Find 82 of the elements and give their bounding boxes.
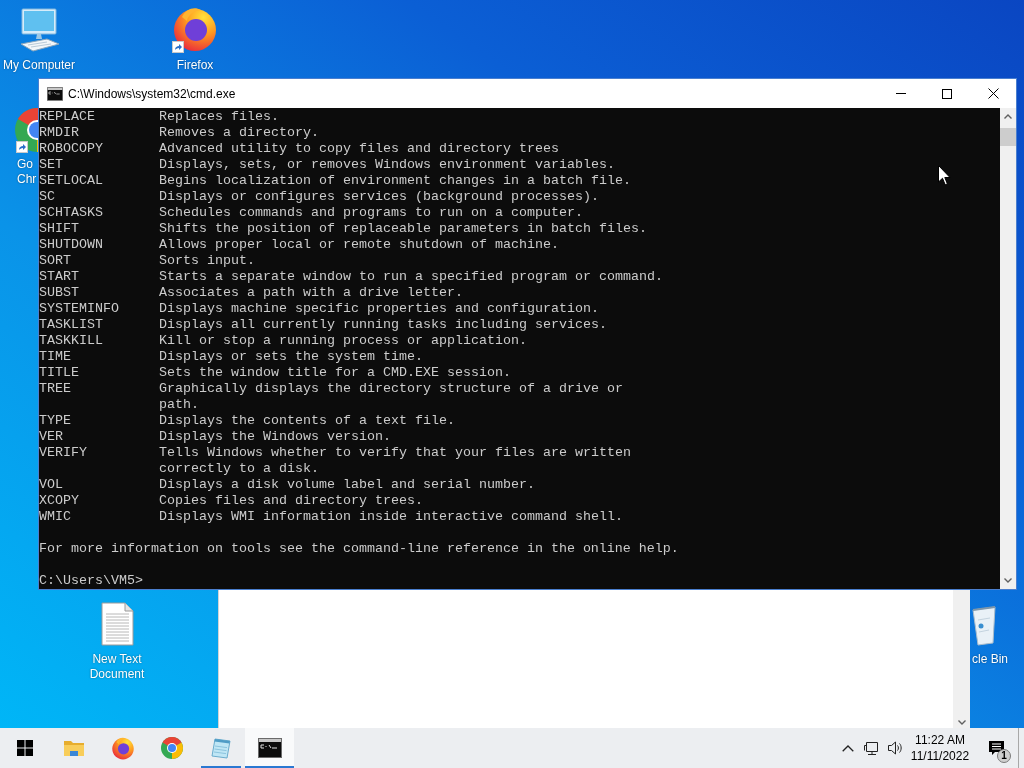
chevron-down-icon bbox=[957, 719, 966, 725]
command-name: VOL bbox=[39, 477, 63, 493]
notepad-icon bbox=[208, 736, 233, 760]
taskbar-app-button[interactable] bbox=[245, 728, 294, 768]
command-description: Displays all currently running tasks including services. bbox=[159, 317, 607, 333]
command-description: Displays machine specific properties and configuration. bbox=[159, 301, 599, 317]
command-description: Replaces files. bbox=[159, 109, 279, 125]
command-prompt[interactable]: C:\Users\VM5> bbox=[39, 573, 143, 589]
firefox-icon[interactable] bbox=[172, 5, 218, 52]
command-description: Displays or configures services (background processes). bbox=[159, 189, 599, 205]
command-name: WMIC bbox=[39, 509, 71, 525]
command-name: TITLE bbox=[39, 365, 79, 381]
command-description: Allows proper local or remote shutdown of machine. bbox=[159, 237, 559, 253]
help-footer-text: For more information on tools see the command-line reference in the online help. bbox=[39, 541, 679, 557]
console-icon bbox=[257, 738, 282, 758]
command-name: REPLACE bbox=[39, 109, 95, 125]
clock-date: 11/11/2022 bbox=[910, 748, 970, 764]
network-icon bbox=[864, 740, 880, 756]
maximize-icon bbox=[942, 88, 952, 99]
command-name: VER bbox=[39, 429, 63, 445]
command-description: Displays the Windows version. bbox=[159, 429, 391, 445]
command-name: TIME bbox=[39, 349, 71, 365]
command-name: TASKKILL bbox=[39, 333, 103, 349]
chevron-up-icon bbox=[842, 744, 854, 752]
command-description: Schedules commands and programs to run on a computer. bbox=[159, 205, 583, 221]
scrollbar-thumb[interactable] bbox=[1000, 128, 1016, 146]
command-name: VERIFY bbox=[39, 445, 87, 462]
command-description: Displays, sets, or removes Windows environment variables. bbox=[159, 157, 615, 173]
command-name: SHIFT bbox=[39, 221, 79, 237]
desktop-icon-label[interactable]: New Text Document bbox=[89, 652, 145, 682]
command-name: XCOPY bbox=[39, 493, 79, 509]
command-description: Associates a path with a drive letter. bbox=[159, 285, 463, 301]
command-name: SET bbox=[39, 157, 63, 173]
notifications-button[interactable]: 1 bbox=[974, 728, 1018, 768]
command-description: Shifts the position of replaceable parameters in batch files. bbox=[159, 221, 647, 237]
command-description: Displays or sets the system time. bbox=[159, 349, 423, 365]
desktop-icon-label[interactable]: My Computer bbox=[3, 58, 75, 73]
command-name: SYSTEMINFO bbox=[39, 301, 119, 317]
command-description: Tells Windows whether to verify that your files are written correctly to a disk. bbox=[159, 445, 631, 477]
desktop-icon-label[interactable]: cle Bin bbox=[970, 652, 1009, 667]
close-icon bbox=[987, 88, 999, 99]
command-name: SORT bbox=[39, 253, 71, 269]
command-name: SETLOCAL bbox=[39, 173, 103, 189]
command-description: Kill or stop a running process or application. bbox=[159, 333, 527, 349]
text-document-icon[interactable] bbox=[99, 602, 135, 646]
chevron-down-icon bbox=[1004, 578, 1012, 583]
command-name: START bbox=[39, 269, 79, 285]
desktop-icon-label[interactable]: Firefox bbox=[176, 58, 214, 73]
clock-time: 11:22 AM bbox=[915, 732, 965, 748]
recycle-bin-icon[interactable] bbox=[970, 604, 998, 646]
speaker-icon bbox=[887, 741, 903, 755]
notification-count-badge: 1 bbox=[997, 749, 1011, 763]
command-name: TASKLIST bbox=[39, 317, 103, 333]
command-description: Starts a separate window to run a specified program or command. bbox=[159, 269, 663, 285]
command-name: TYPE bbox=[39, 413, 71, 429]
command-name: ROBOCOPY bbox=[39, 141, 103, 157]
desktop-icon-label[interactable]: Go Chr bbox=[15, 157, 37, 187]
chevron-up-icon bbox=[1004, 114, 1012, 119]
command-description: Sorts input. bbox=[159, 253, 255, 269]
command-description: Displays WMI information inside interactive command shell. bbox=[159, 509, 623, 525]
command-description: Displays the contents of a text file. bbox=[159, 413, 455, 429]
windows-logo-icon bbox=[16, 740, 33, 756]
command-name: TREE bbox=[39, 381, 71, 398]
command-description: Graphically displays the directory structure of a drive or path. bbox=[159, 381, 623, 413]
command-name: SCHTASKS bbox=[39, 205, 103, 221]
command-description: Advanced utility to copy files and directory trees bbox=[159, 141, 559, 157]
command-name: RMDIR bbox=[39, 125, 79, 141]
mouse-pointer-icon bbox=[938, 165, 951, 186]
command-name: SHUTDOWN bbox=[39, 237, 103, 253]
minimize-icon bbox=[896, 93, 906, 94]
command-description: Copies files and directory trees. bbox=[159, 493, 423, 509]
command-name: SC bbox=[39, 189, 55, 205]
command-name: SUBST bbox=[39, 285, 79, 301]
command-description: Displays a disk volume label and serial number. bbox=[159, 477, 535, 493]
firefox-icon bbox=[110, 736, 135, 760]
command-description: Begins localization of environment changes in a batch file. bbox=[159, 173, 631, 189]
browser-icon bbox=[159, 736, 184, 760]
command-description: Removes a directory. bbox=[159, 125, 319, 141]
notification-icon bbox=[988, 740, 1004, 756]
command-description: Sets the window title for a CMD.EXE session. bbox=[159, 365, 511, 381]
console-icon bbox=[47, 86, 63, 101]
window-title: C:\Windows\system32\cmd.exe bbox=[68, 86, 236, 101]
